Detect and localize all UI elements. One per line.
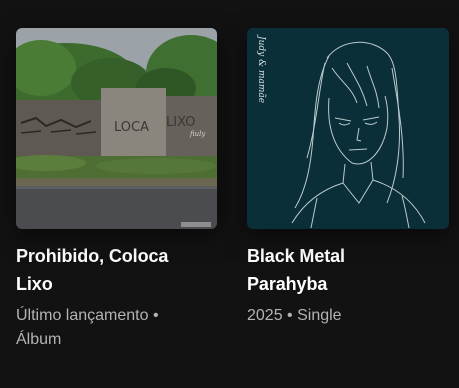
album-title[interactable]: Prohibido, Coloca Lixo	[16, 242, 191, 298]
album-cover-image[interactable]: Judy & mamãe	[247, 28, 449, 229]
cover-handwriting: Judy & mamãe	[256, 34, 267, 103]
graffiti-text-1: LOCA	[114, 120, 149, 135]
album-subtitle: 2025 • Single	[247, 307, 342, 324]
album-cover-image[interactable]: LOCA LIXO fiuly	[16, 28, 217, 229]
album-subtitle: Último lançamento • Álbum	[16, 307, 159, 348]
album-card-prohibido-coloca-lixo[interactable]: LOCA LIXO fiuly Prohibido, Coloca Lixo Ú…	[16, 28, 217, 352]
graffiti-text-3: fiuly	[189, 130, 206, 138]
cover-art-line-drawing: Judy & mamãe	[247, 28, 449, 229]
album-grid: LOCA LIXO fiuly Prohibido, Coloca Lixo Ú…	[0, 0, 459, 388]
cover-art-wall-photo: LOCA LIXO fiuly	[16, 28, 217, 229]
album-card-black-metal-parahyba[interactable]: Judy & mamãe Black Metal Parahyba 2025 •…	[247, 28, 449, 328]
graffiti-text-2: LIXO	[166, 115, 195, 130]
album-title[interactable]: Black Metal Parahyba	[247, 242, 422, 298]
